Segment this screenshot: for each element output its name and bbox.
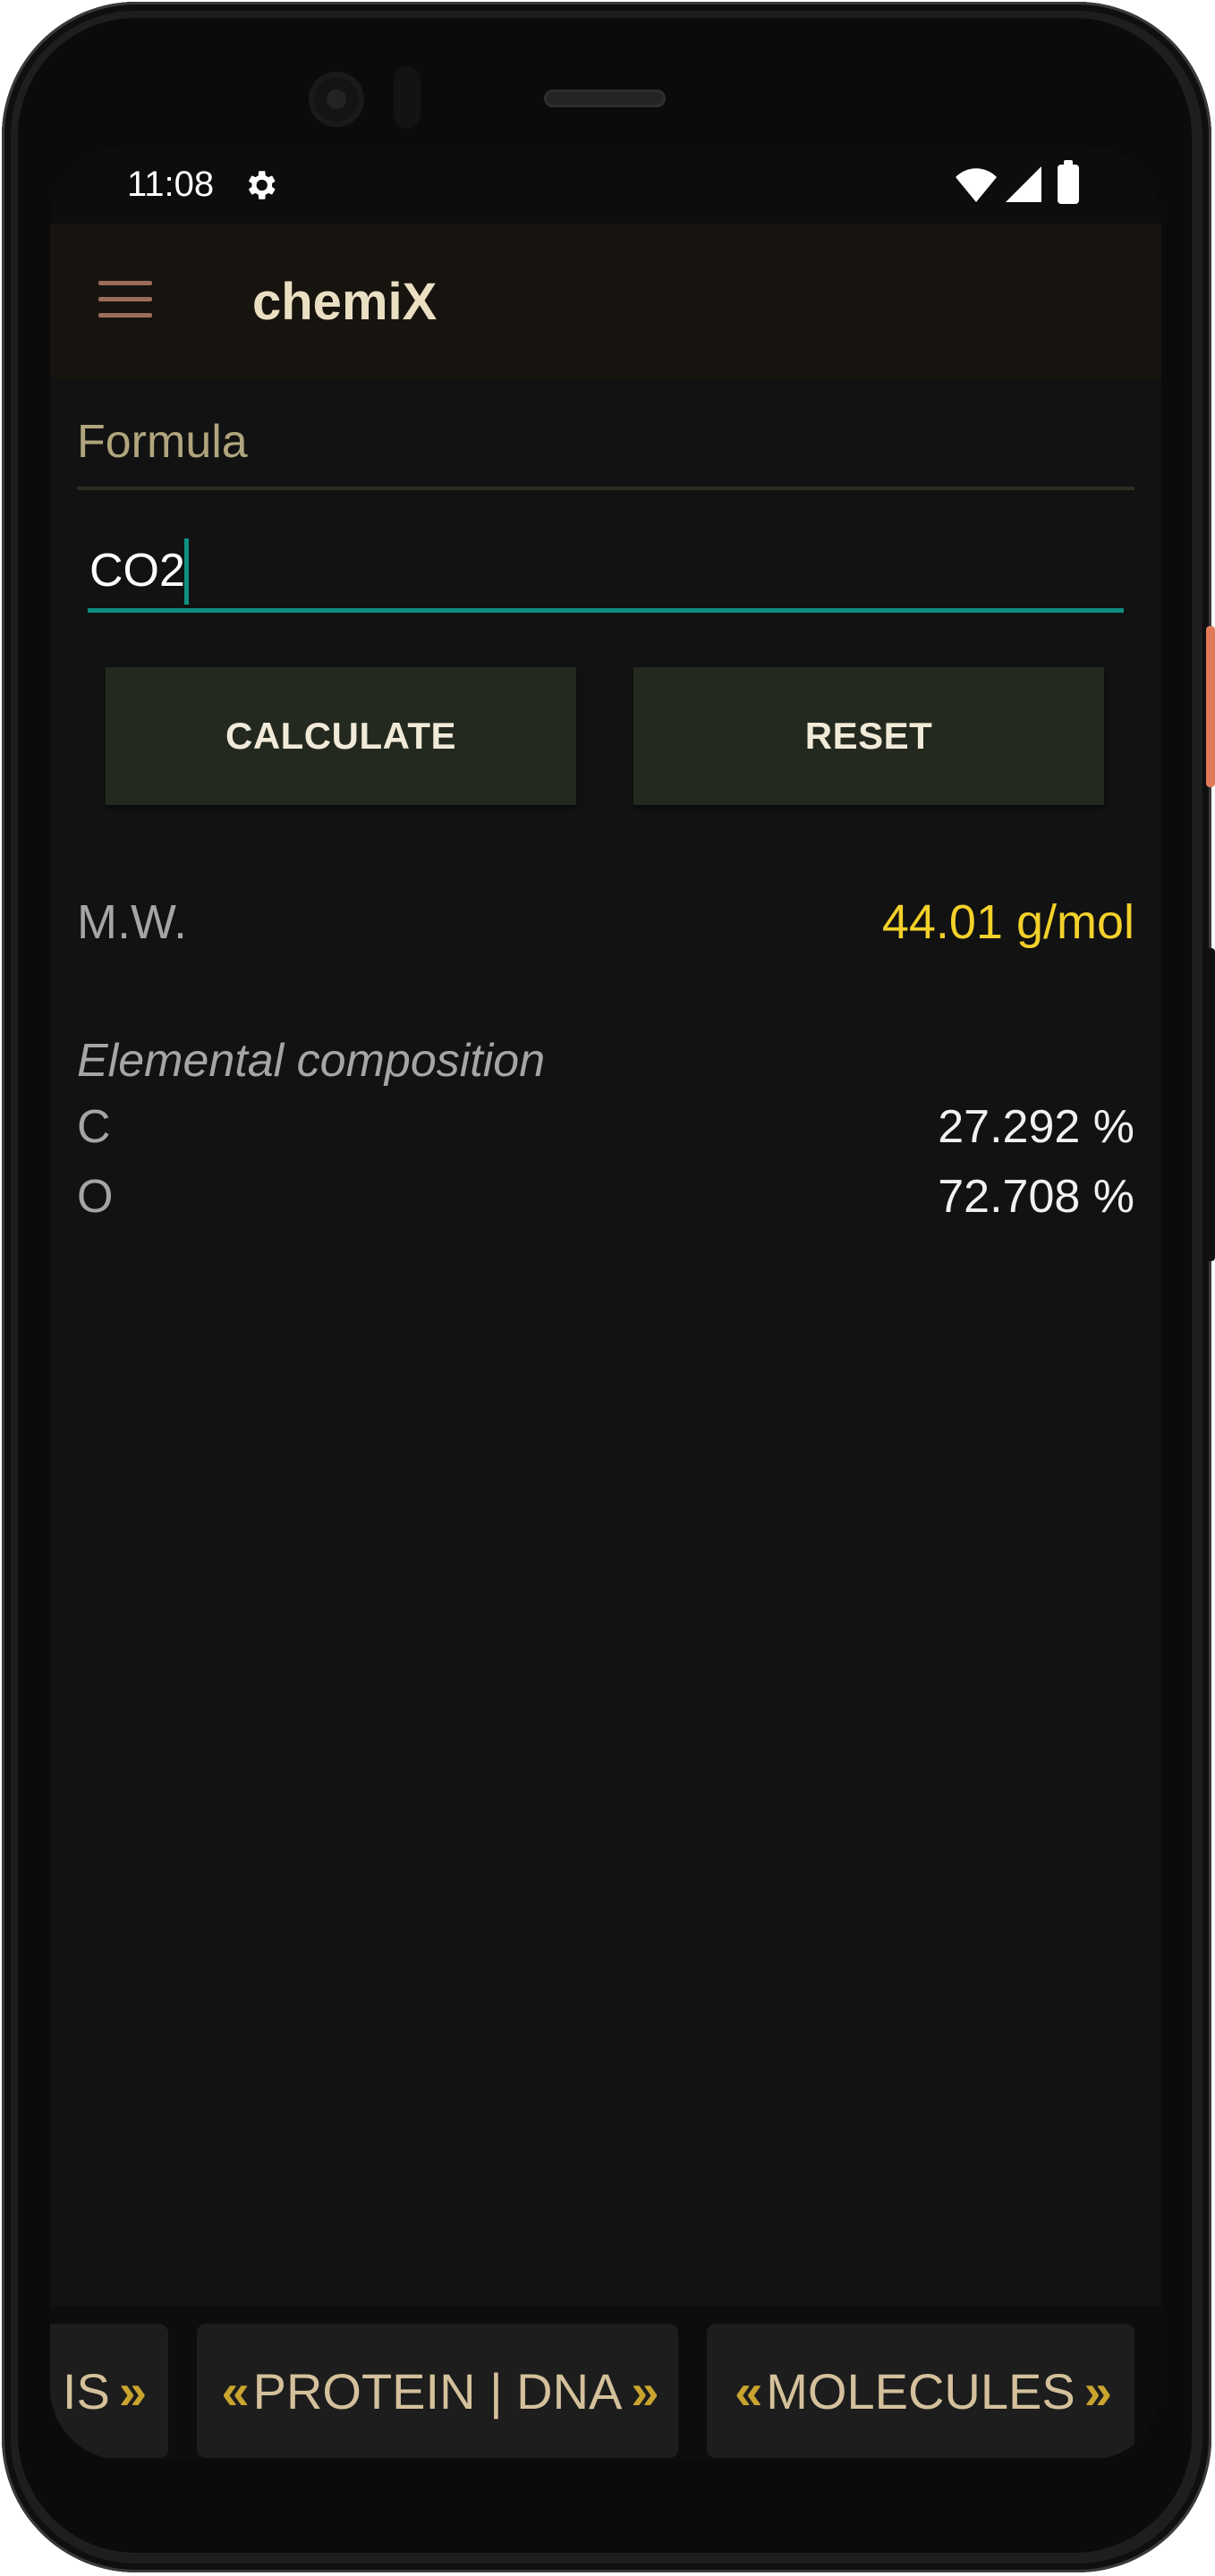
tab-label: IS	[62, 2362, 110, 2419]
composition-row: C 27.292 %	[77, 1100, 1134, 1163]
composition-title: Elemental composition	[77, 1035, 546, 1087]
element-percent: 72.708 %	[938, 1171, 1134, 1223]
signal-icon	[1006, 166, 1041, 202]
tab-molecules[interactable]: « MOLECULES »	[707, 2324, 1134, 2458]
calculate-button[interactable]: CALCULATE	[106, 667, 576, 805]
tab-protein-dna[interactable]: « PROTEIN | DNA »	[197, 2324, 678, 2458]
chevron-left-icon: «	[221, 2362, 249, 2419]
earpiece-speaker	[544, 89, 666, 107]
composition-row: O 72.708 %	[77, 1170, 1134, 1233]
tab-label: MOLECULES	[766, 2362, 1075, 2419]
formula-input[interactable]	[88, 533, 1124, 613]
screen: 11:08 chemiX Formula CALCULATE RESET M.W…	[50, 147, 1161, 2460]
tab-label: PROTEIN | DNA	[252, 2362, 623, 2419]
reset-button[interactable]: RESET	[633, 667, 1104, 805]
element-symbol: C	[77, 1101, 111, 1153]
battery-icon	[1058, 160, 1079, 204]
app-title: chemiX	[252, 273, 438, 331]
element-symbol: O	[77, 1171, 114, 1223]
hamburger-menu-icon[interactable]	[98, 281, 152, 322]
chevron-right-icon: »	[631, 2362, 658, 2419]
status-time: 11:08	[127, 165, 215, 204]
mw-label: M.W.	[77, 895, 187, 949]
mw-value: 44.01 g/mol	[881, 895, 1134, 949]
volume-button	[1206, 948, 1215, 1261]
text-cursor	[184, 538, 189, 605]
proximity-sensor	[394, 66, 421, 129]
chevron-right-icon: »	[118, 2362, 147, 2419]
wifi-icon	[956, 168, 997, 202]
power-button	[1206, 626, 1215, 787]
element-percent: 27.292 %	[938, 1101, 1134, 1153]
tab-previous-partial[interactable]: IS »	[50, 2324, 168, 2458]
status-bar: 11:08	[50, 147, 1161, 224]
front-camera	[309, 72, 364, 127]
chevron-right-icon: »	[1083, 2362, 1112, 2419]
gear-icon	[248, 171, 276, 199]
formula-label: Formula	[77, 416, 248, 468]
bottom-tab-bar: IS » « PROTEIN | DNA » « MOLECULES »	[50, 2306, 1161, 2460]
app-bar: chemiX	[50, 224, 1161, 379]
divider	[77, 487, 1134, 490]
chevron-left-icon: «	[735, 2362, 762, 2419]
